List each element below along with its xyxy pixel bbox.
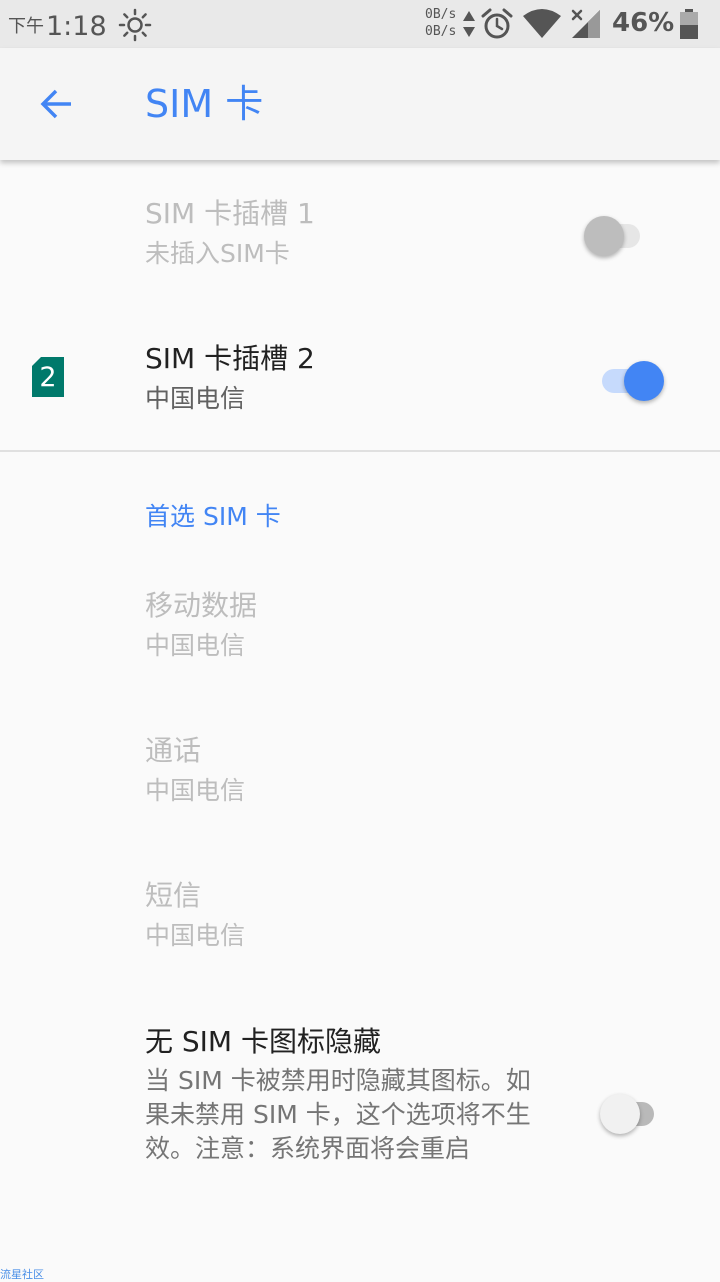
mobile-data-value: 中国电信 xyxy=(145,631,246,660)
sim-badge-number: 2 xyxy=(39,362,57,393)
page-title: SIM 卡 xyxy=(145,82,264,126)
sim-slot-1-title: SIM 卡插槽 1 xyxy=(145,197,315,230)
wifi-icon xyxy=(523,9,561,38)
signal-icon xyxy=(571,9,600,38)
sim-card-icon: 2 xyxy=(32,357,64,397)
hide-sim-icon-description: 当 SIM 卡被禁用时隐藏其图标。如果未禁用 SIM 卡，这个选项将不生效。注意… xyxy=(145,1066,531,1163)
back-button[interactable] xyxy=(28,80,84,128)
sms-title: 短信 xyxy=(145,879,202,912)
net-speed-down: 0B/s xyxy=(425,24,457,39)
hide-sim-icon-toggle[interactable] xyxy=(592,1088,672,1134)
sim-slot-2-carrier: 中国电信 xyxy=(145,384,246,413)
status-ampm: 下午 xyxy=(8,16,44,37)
sim-slot-1-row[interactable]: SIM 卡插槽 1 未插入SIM卡 xyxy=(0,180,720,290)
hide-sim-icon-title: 无 SIM 卡图标隐藏 xyxy=(145,1025,381,1058)
brightness-icon xyxy=(118,8,152,42)
status-bar: 下午 1:18 0B/s 0B/s 46% xyxy=(0,0,720,48)
sms-value: 中国电信 xyxy=(145,921,246,950)
app-bar: SIM 卡 xyxy=(0,48,720,160)
status-clock: 1:18 xyxy=(46,11,107,42)
mobile-data-title: 移动数据 xyxy=(145,589,258,622)
net-speed: 0B/s 0B/s xyxy=(425,6,456,40)
net-speed-up: 0B/s xyxy=(425,7,457,22)
sim-slot-1-toggle[interactable] xyxy=(578,210,658,256)
preferred-calls[interactable]: 通话 中国电信 xyxy=(0,717,720,827)
sim-slot-2-toggle[interactable] xyxy=(592,355,672,401)
hide-sim-icon-toggle-thumb xyxy=(600,1094,640,1134)
sim-slot-1-status: 未插入SIM卡 xyxy=(145,239,290,268)
preferred-mobile-data[interactable]: 移动数据 中国电信 xyxy=(0,572,720,682)
preferred-sms[interactable]: 短信 中国电信 xyxy=(0,862,720,972)
alarm-icon xyxy=(481,8,513,39)
battery-icon xyxy=(680,9,698,39)
sim-slot-2-title: SIM 卡插槽 2 xyxy=(145,342,315,375)
preferred-sim-header: 首选 SIM 卡 xyxy=(145,502,281,531)
data-arrows-icon xyxy=(463,11,475,37)
section-divider xyxy=(0,450,720,452)
battery-percent: 46% xyxy=(612,8,675,38)
sim-slot-2-toggle-thumb xyxy=(624,361,664,401)
calls-title: 通话 xyxy=(145,734,202,767)
calls-value: 中国电信 xyxy=(145,776,246,805)
sim-slot-2-row[interactable]: SIM 卡插槽 2 中国电信 xyxy=(0,325,720,435)
arrow-back-icon xyxy=(40,89,71,119)
sim-slot-1-toggle-thumb xyxy=(584,216,624,256)
status-time: 下午 1:18 xyxy=(8,8,107,42)
